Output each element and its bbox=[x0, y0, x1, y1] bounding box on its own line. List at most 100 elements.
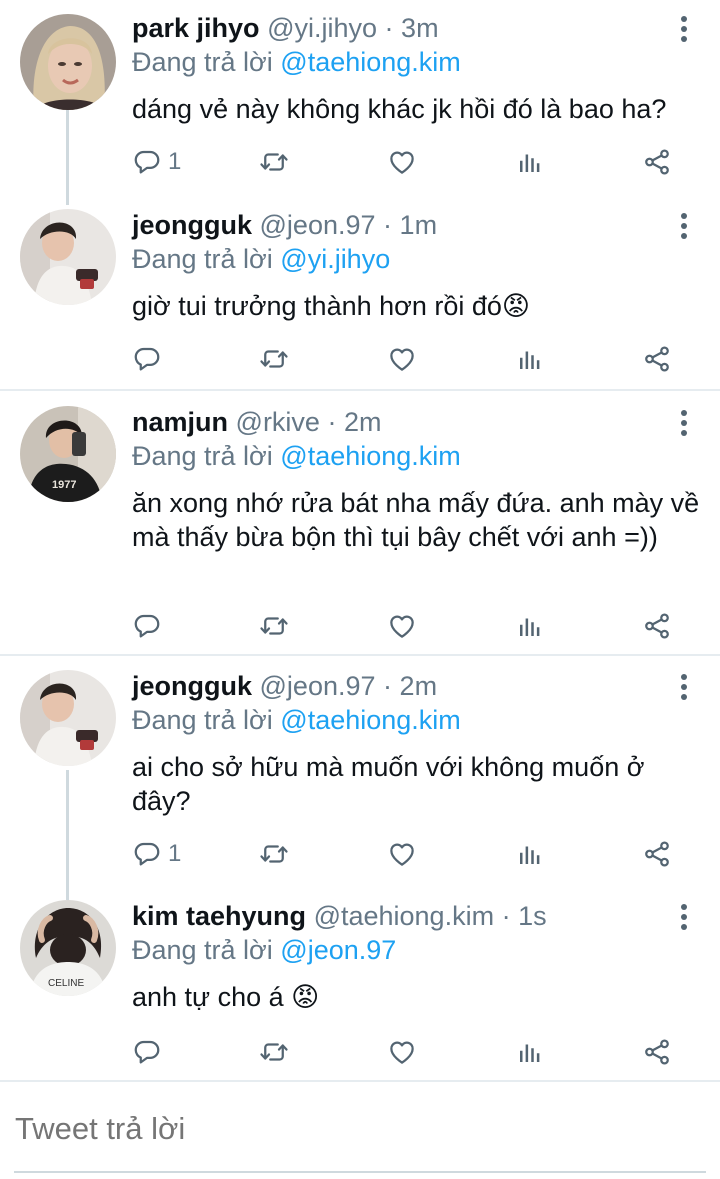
reply-button[interactable] bbox=[132, 1032, 168, 1072]
reply-count: 1 bbox=[168, 840, 182, 867]
like-icon bbox=[387, 839, 417, 869]
action-bar: 1 bbox=[132, 142, 692, 182]
shirt-text: 1977 bbox=[52, 479, 76, 491]
username-handle[interactable]: @jeon.97 bbox=[260, 210, 376, 240]
display-name[interactable]: namjun bbox=[132, 407, 228, 437]
reply-button[interactable]: 1 bbox=[132, 142, 181, 182]
separator-dot: · bbox=[384, 13, 394, 43]
like-button[interactable] bbox=[387, 339, 417, 379]
reply-button[interactable] bbox=[132, 339, 168, 379]
mention-link[interactable]: @taehiong.kim bbox=[280, 441, 461, 471]
tweet[interactable]: park jihyo @yi.jihyo · 3m Đang trả lời @… bbox=[0, 8, 720, 188]
display-name[interactable]: kim taehyung bbox=[132, 901, 306, 931]
mention-link[interactable]: @yi.jihyo bbox=[280, 244, 390, 274]
avatar[interactable]: 1977 bbox=[20, 406, 116, 502]
more-icon[interactable] bbox=[674, 902, 694, 932]
share-button[interactable] bbox=[642, 1032, 672, 1072]
share-icon bbox=[642, 839, 672, 869]
retweet-icon bbox=[259, 611, 289, 641]
share-icon bbox=[642, 147, 672, 177]
replying-to: Đang trả lời @taehiong.kim bbox=[132, 436, 461, 476]
tweet-text: ai cho sở hữu mà muốn với không muốn ở đ… bbox=[132, 752, 645, 816]
like-icon bbox=[387, 611, 417, 641]
reply-icon bbox=[132, 1037, 162, 1067]
like-button[interactable] bbox=[387, 834, 417, 874]
input-underline bbox=[14, 1171, 706, 1173]
like-icon bbox=[387, 147, 417, 177]
more-icon[interactable] bbox=[674, 408, 694, 438]
like-button[interactable] bbox=[387, 1032, 417, 1072]
separator-dot: · bbox=[383, 210, 393, 240]
like-button[interactable] bbox=[387, 606, 417, 646]
replying-to-label: Đang trả lời bbox=[132, 935, 273, 965]
replying-to-label: Đang trả lời bbox=[132, 705, 273, 735]
timestamp[interactable]: 3m bbox=[401, 13, 439, 43]
display-name[interactable]: jeongguk bbox=[132, 210, 252, 240]
action-bar bbox=[132, 606, 692, 646]
reply-count: 1 bbox=[168, 148, 182, 175]
timestamp[interactable]: 1s bbox=[518, 901, 547, 931]
tweet[interactable]: CELINE kim taehyung @taehiong.kim · 1s Đ… bbox=[0, 896, 720, 1076]
reply-button[interactable]: 1 bbox=[132, 834, 181, 874]
analytics-button[interactable] bbox=[515, 339, 545, 379]
separator-dot: · bbox=[327, 407, 337, 437]
more-icon[interactable] bbox=[674, 14, 694, 44]
timestamp[interactable]: 2m bbox=[400, 671, 438, 701]
tweet[interactable]: jeongguk @jeon.97 · 1m Đang trả lời @yi.… bbox=[0, 205, 720, 385]
display-name[interactable]: park jihyo bbox=[132, 13, 260, 43]
analytics-button[interactable] bbox=[515, 834, 545, 874]
analytics-button[interactable] bbox=[515, 1032, 545, 1072]
tweet-text: anh tự cho á 😡 bbox=[132, 982, 320, 1012]
more-icon[interactable] bbox=[674, 672, 694, 702]
like-icon bbox=[387, 344, 417, 374]
retweet-button[interactable] bbox=[259, 606, 289, 646]
action-bar: 1 bbox=[132, 834, 692, 874]
stats-icon bbox=[515, 611, 545, 641]
username-handle[interactable]: @yi.jihyo bbox=[267, 13, 377, 43]
divider bbox=[0, 1080, 720, 1082]
username-handle[interactable]: @rkive bbox=[236, 407, 320, 437]
action-bar bbox=[132, 339, 692, 379]
avatar[interactable] bbox=[20, 670, 116, 766]
avatar[interactable] bbox=[20, 14, 116, 110]
share-button[interactable] bbox=[642, 606, 672, 646]
username-handle[interactable]: @jeon.97 bbox=[260, 671, 376, 701]
retweet-button[interactable] bbox=[259, 339, 289, 379]
share-button[interactable] bbox=[642, 339, 672, 379]
mention-link[interactable]: @taehiong.kim bbox=[280, 47, 461, 77]
like-button[interactable] bbox=[387, 142, 417, 182]
replying-to-label: Đang trả lời bbox=[132, 441, 273, 471]
retweet-button[interactable] bbox=[259, 834, 289, 874]
share-button[interactable] bbox=[642, 834, 672, 874]
reply-input[interactable] bbox=[15, 1104, 705, 1154]
tweet[interactable]: jeongguk @jeon.97 · 2m Đang trả lời @tae… bbox=[0, 666, 720, 891]
retweet-icon bbox=[259, 839, 289, 869]
retweet-button[interactable] bbox=[259, 142, 289, 182]
retweet-button[interactable] bbox=[259, 1032, 289, 1072]
mention-link[interactable]: @jeon.97 bbox=[280, 935, 396, 965]
replying-to: Đang trả lời @jeon.97 bbox=[132, 930, 396, 970]
analytics-button[interactable] bbox=[515, 142, 545, 182]
username-handle[interactable]: @taehiong.kim bbox=[314, 901, 495, 931]
share-button[interactable] bbox=[642, 142, 672, 182]
mention-link[interactable]: @taehiong.kim bbox=[280, 705, 461, 735]
tweet[interactable]: 1977 namjun @rkive · 2m Đang trả lời @ta… bbox=[0, 402, 720, 652]
avatar[interactable]: CELINE bbox=[20, 900, 116, 996]
share-icon bbox=[642, 611, 672, 641]
separator-dot: · bbox=[501, 901, 511, 931]
retweet-icon bbox=[259, 1037, 289, 1067]
reply-button[interactable] bbox=[132, 606, 168, 646]
stats-icon bbox=[515, 839, 545, 869]
timestamp[interactable]: 1m bbox=[400, 210, 438, 240]
stats-icon bbox=[515, 147, 545, 177]
analytics-button[interactable] bbox=[515, 606, 545, 646]
replying-to-label: Đang trả lời bbox=[132, 244, 273, 274]
display-name[interactable]: jeongguk bbox=[132, 671, 252, 701]
timestamp[interactable]: 2m bbox=[344, 407, 382, 437]
reply-icon bbox=[132, 611, 162, 641]
more-icon[interactable] bbox=[674, 211, 694, 241]
replying-to: Đang trả lời @taehiong.kim bbox=[132, 42, 461, 82]
retweet-icon bbox=[259, 344, 289, 374]
stats-icon bbox=[515, 1037, 545, 1067]
avatar[interactable] bbox=[20, 209, 116, 305]
